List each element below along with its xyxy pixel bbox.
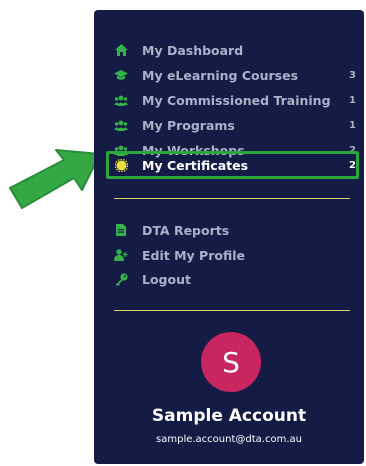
menu-item-label: DTA Reports <box>142 222 230 238</box>
sidebar-panel: My Dashboard My eLearning Courses 3 My C… <box>94 10 364 464</box>
menu-item-label: My eLearning Courses <box>142 67 299 83</box>
home-icon <box>114 43 128 57</box>
avatar[interactable]: S <box>201 332 261 392</box>
menu-item-count: 1 <box>349 94 356 106</box>
menu-item-edit-profile[interactable]: Edit My Profile <box>114 244 356 266</box>
menu-item-logout[interactable]: Logout <box>114 268 356 290</box>
menu-item-commissioned-training[interactable]: My Commissioned Training 1 <box>114 89 356 111</box>
key-icon <box>114 272 128 286</box>
menu-item-label: Edit My Profile <box>142 247 245 263</box>
menu-divider <box>114 198 350 199</box>
menu-item-label: My Certificates <box>142 157 249 173</box>
pointer-arrow-icon <box>9 149 101 209</box>
menu-item-label: My Programs <box>142 117 235 133</box>
menu-item-dashboard[interactable]: My Dashboard <box>114 39 356 61</box>
menu-item-label: Logout <box>142 271 191 287</box>
menu-item-count: 1 <box>349 119 356 131</box>
menu-item-programs[interactable]: My Programs 1 <box>114 114 356 136</box>
menu-item-certificates[interactable]: My Certificates 2 <box>114 154 356 176</box>
account-name: Sample Account <box>151 406 307 426</box>
menu-item-count: 3 <box>349 69 356 81</box>
page: My Dashboard My eLearning Courses 3 My C… <box>0 0 366 466</box>
certificate-icon <box>114 158 128 172</box>
menu-item-count: 2 <box>349 159 356 171</box>
menu-item-label: My Commissioned Training <box>142 92 331 108</box>
menu-item-dta-reports[interactable]: DTA Reports <box>114 219 356 241</box>
graduation-cap-icon <box>114 68 128 82</box>
menu-divider <box>114 310 350 311</box>
users-icon <box>114 93 128 107</box>
user-plus-icon <box>114 248 128 262</box>
menu-item-label: My Dashboard <box>142 42 244 58</box>
users-icon <box>114 118 128 132</box>
account-email: sample.account@dta.com.au <box>156 434 302 445</box>
file-icon <box>114 223 128 237</box>
menu-item-elearning-courses[interactable]: My eLearning Courses 3 <box>114 64 356 86</box>
